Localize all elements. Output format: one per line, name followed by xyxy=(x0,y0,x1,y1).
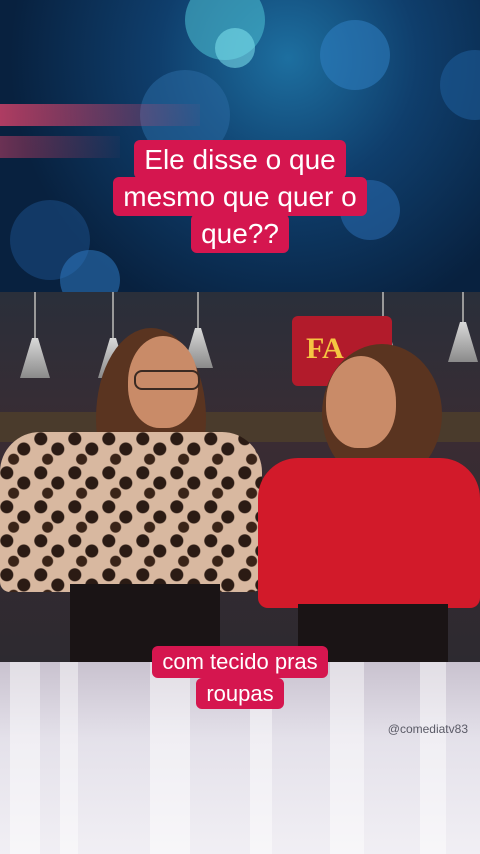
caption-top-line: Ele disse o que xyxy=(134,140,346,179)
person-left-glasses xyxy=(134,370,200,390)
person-left xyxy=(0,292,270,662)
caption-bottom: com tecido pras roupas xyxy=(0,646,480,709)
person-right xyxy=(258,292,480,662)
person-right-red-top xyxy=(258,458,480,608)
bokeh-light xyxy=(320,20,390,90)
watermark-handle: @comediatv83 xyxy=(387,722,468,736)
bokeh-light xyxy=(440,50,480,120)
caption-top: Ele disse o que mesmo que quer o que?? xyxy=(0,140,480,253)
caption-bottom-line: roupas xyxy=(196,677,284,709)
person-right-face xyxy=(326,356,396,448)
video-frame[interactable]: FA xyxy=(0,292,480,662)
person-left-leopard-top xyxy=(0,432,262,592)
caption-bottom-line: com tecido pras xyxy=(152,646,328,678)
caption-top-line: mesmo que quer o xyxy=(113,177,367,216)
caption-top-line: que?? xyxy=(191,214,289,253)
bokeh-light xyxy=(215,28,255,68)
light-streak xyxy=(0,104,200,126)
